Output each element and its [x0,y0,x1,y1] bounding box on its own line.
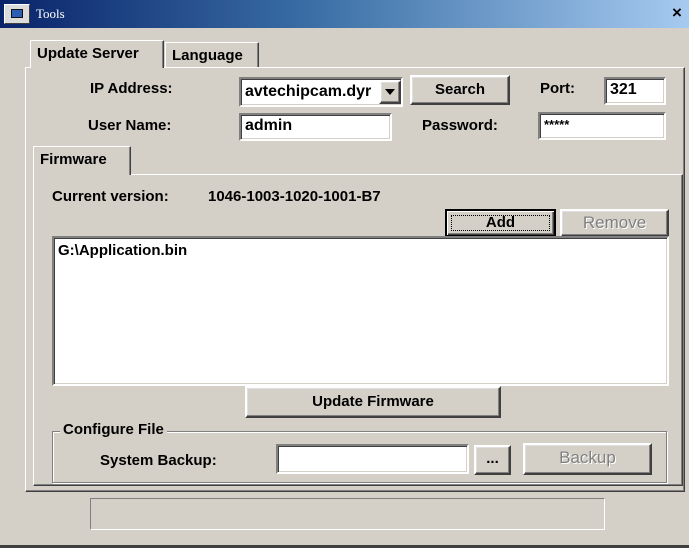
tab-language[interactable]: Language [165,42,259,68]
password-field[interactable]: ***** [538,112,666,140]
tools-app-icon [4,4,30,24]
tools-app-icon-screen [11,9,23,18]
remove-button[interactable]: Remove [560,209,669,237]
user-name-field[interactable]: admin [239,113,392,141]
list-item[interactable]: G:\Application.bin [58,241,187,261]
password-label: Password: [422,117,498,134]
title-bar[interactable]: Tools [0,0,689,28]
ip-address-label: IP Address: [90,80,173,97]
user-name-label: User Name: [88,117,172,134]
window-title: Tools [36,6,65,21]
system-backup-path-field[interactable] [276,444,469,474]
configure-file-label: Configure File [60,421,167,438]
backup-button[interactable]: Backup [523,443,652,475]
tab-update-server-label: Update Server [37,45,139,62]
current-version-value: 1046-1003-1020-1001-B7 [208,188,381,205]
ip-address-combobox[interactable]: avtechipcam.dyr [239,77,403,107]
current-version-label: Current version: [52,188,169,205]
add-button[interactable]: Add [445,209,556,237]
update-firmware-button[interactable]: Update Firmware [245,386,501,418]
system-backup-label: System Backup: [100,452,217,469]
browse-button[interactable]: ... [474,445,511,475]
tab-language-label: Language [172,47,243,64]
chevron-down-icon [385,89,395,95]
progress-bar [90,498,605,530]
firmware-file-list[interactable]: G:\Application.bin [52,236,669,386]
tab-update-server[interactable]: Update Server [30,40,164,68]
tab-firmware[interactable]: Firmware [33,146,131,175]
dropdown-button[interactable] [379,80,401,104]
search-button[interactable]: Search [410,75,510,105]
port-field[interactable]: 321 [604,77,666,105]
add-button-focus [451,215,550,231]
close-icon[interactable]: × [666,2,688,24]
port-label: Port: [540,80,575,97]
tab-firmware-label: Firmware [40,151,107,168]
ip-address-value: avtechipcam.dyr [245,83,372,100]
